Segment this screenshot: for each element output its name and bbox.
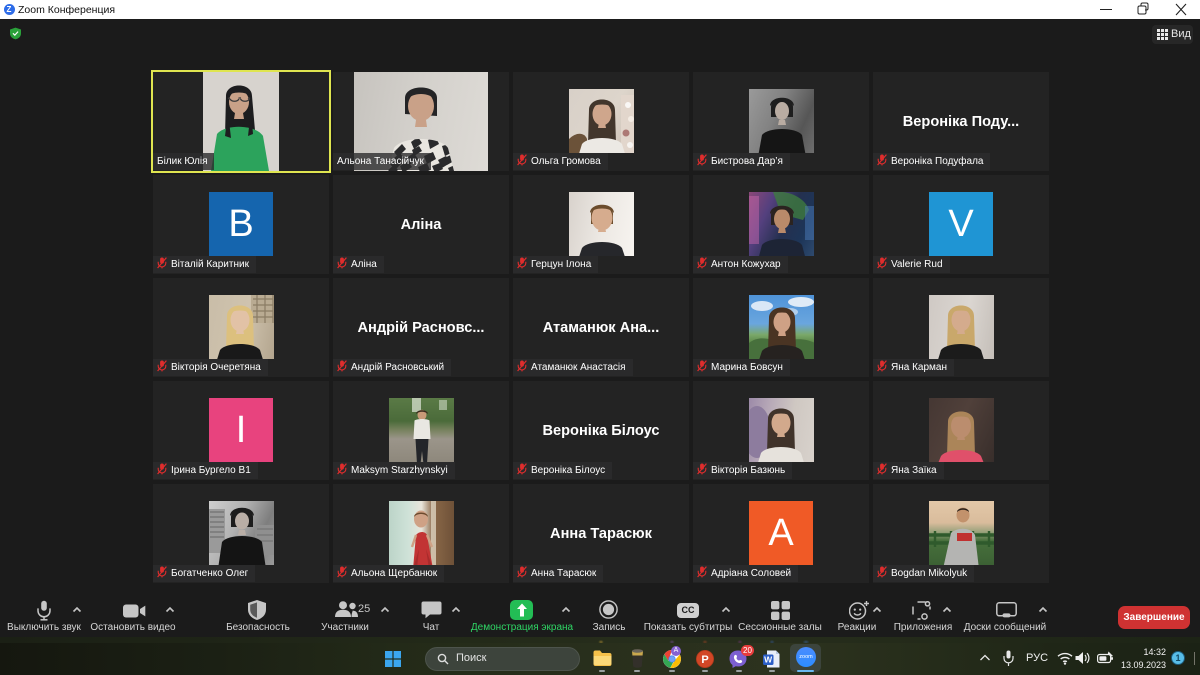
svg-text:W: W (764, 655, 773, 665)
svg-text:P: P (701, 654, 708, 666)
